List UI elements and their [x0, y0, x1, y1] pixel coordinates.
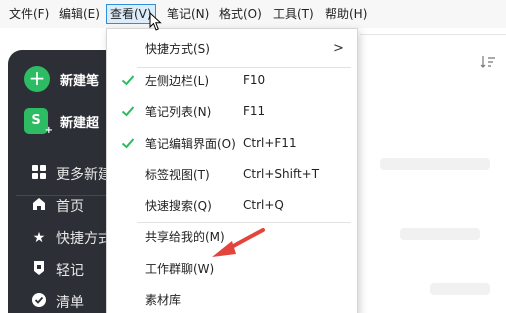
- check-circle-icon: [30, 293, 48, 311]
- view-menu-dropdown: 快捷方式(S) > 左侧边栏(L) F10 笔记列表(N) F11 笔记编辑界面…: [106, 28, 358, 313]
- sidebar-item-quick-notes[interactable]: 轻记: [30, 260, 84, 280]
- note-list-placeholder: [430, 283, 490, 295]
- grid-icon: [30, 165, 48, 183]
- sidebar-item-label: 快捷方式: [56, 231, 112, 247]
- menu-item-label: 快捷方式(S): [145, 41, 210, 56]
- sidebar-item-checklist[interactable]: 清单: [30, 292, 84, 312]
- menu-item-shortcut: Ctrl+Shift+T: [243, 167, 320, 181]
- sort-icon[interactable]: [480, 54, 496, 74]
- chevron-right-icon: >: [333, 40, 344, 56]
- home-icon: [30, 197, 48, 215]
- menu-help[interactable]: 帮助(H): [322, 4, 370, 24]
- menu-tools[interactable]: 工具(T): [270, 4, 317, 24]
- menu-note[interactable]: 笔记(N): [164, 4, 212, 24]
- menu-item-quick-search[interactable]: 快速搜索(Q) Ctrl+Q: [107, 190, 357, 220]
- super-note-icon: S +: [24, 108, 53, 136]
- menu-edit[interactable]: 编辑(E): [56, 4, 103, 24]
- menu-item-label: 左侧边栏(L): [145, 73, 210, 88]
- sidebar-item-home[interactable]: 首页: [30, 196, 84, 216]
- menu-bar: 文件(F) 编辑(E) 查看(V) 笔记(N) 格式(O) 工具(T) 帮助(H…: [0, 0, 506, 28]
- menu-item-shortcut: Ctrl+Q: [243, 198, 284, 212]
- menu-item-label: 笔记列表(N): [145, 104, 212, 119]
- checkmark-icon: [121, 75, 135, 86]
- menu-item-shortcuts[interactable]: 快捷方式(S) >: [107, 33, 357, 63]
- menu-file[interactable]: 文件(F): [6, 4, 52, 24]
- checkmark-icon: [121, 138, 135, 149]
- menu-item-shortcut: Ctrl+F11: [243, 136, 297, 150]
- new-note-label: 新建笔: [60, 73, 100, 89]
- star-icon: ★: [32, 230, 46, 246]
- sidebar-item-label: 清单: [56, 295, 84, 311]
- menu-item-label: 共享给我的(M): [145, 229, 225, 244]
- menu-format[interactable]: 格式(O): [216, 4, 265, 24]
- content-divider: [360, 34, 506, 35]
- mouse-cursor-icon: [149, 12, 162, 31]
- menu-item-material-library[interactable]: 素材库: [107, 284, 357, 313]
- sidebar-item-more-new[interactable]: 更多新建: [30, 164, 112, 184]
- menu-item-shortcut: F10: [243, 73, 266, 87]
- sidebar-item-label: 轻记: [56, 263, 84, 279]
- checkmark-icon: [121, 106, 135, 117]
- menu-item-label: 标签视图(T): [145, 167, 210, 182]
- menu-item-shared-with-me[interactable]: 共享给我的(M): [107, 221, 357, 251]
- note-list-placeholder: [380, 158, 490, 170]
- sidebar-item-label: 首页: [56, 199, 84, 215]
- menu-item-shortcut: F11: [243, 104, 266, 118]
- menu-item-label: 工作群聊(W): [145, 261, 215, 276]
- menu-item-left-sidebar[interactable]: 左侧边栏(L) F10: [107, 65, 357, 95]
- new-super-note-label: 新建超: [60, 115, 100, 131]
- menu-item-label: 素材库: [145, 292, 182, 307]
- note-list-placeholder: [400, 228, 480, 240]
- plus-icon: +: [24, 66, 50, 92]
- sidebar-item-shortcuts[interactable]: ★ 快捷方式: [30, 228, 112, 248]
- new-note-button[interactable]: + 新建笔: [24, 66, 99, 92]
- menu-item-note-editor[interactable]: 笔记编辑界面(O) Ctrl+F11: [107, 128, 357, 158]
- menu-item-tag-view[interactable]: 标签视图(T) Ctrl+Shift+T: [107, 159, 357, 189]
- menu-item-label: 笔记编辑界面(O): [145, 136, 236, 151]
- note-icon: [30, 260, 48, 280]
- menu-item-work-group-chat[interactable]: 工作群聊(W): [107, 253, 357, 283]
- menu-item-note-list[interactable]: 笔记列表(N) F11: [107, 96, 357, 126]
- menu-item-label: 快速搜索(Q): [145, 198, 212, 213]
- new-super-note-button[interactable]: S + 新建超: [24, 108, 100, 136]
- sidebar-item-label: 更多新建: [56, 167, 112, 183]
